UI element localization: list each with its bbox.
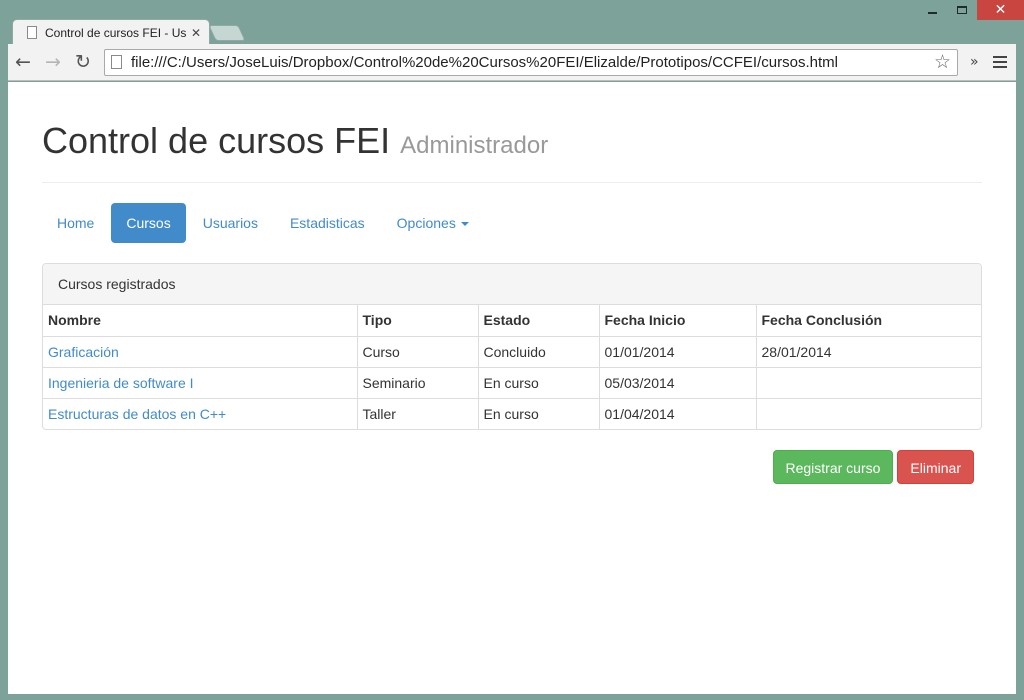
forward-icon[interactable]: → xyxy=(38,47,68,77)
maximize-icon xyxy=(957,6,967,14)
menu-icon[interactable] xyxy=(992,56,1007,68)
tab-title: Control de cursos FEI - Usuarios xyxy=(45,25,187,40)
page-subtitle: Administrador xyxy=(400,132,549,159)
nav-cursos[interactable]: Cursos xyxy=(111,203,186,243)
cell-nombre: Graficación xyxy=(43,336,358,368)
bookmark-star-icon[interactable]: ☆ xyxy=(934,51,951,73)
table-row: Ingenieria de software I Seminario En cu… xyxy=(43,367,981,399)
browser-tab[interactable]: Control de cursos FEI - Usuarios ✕ xyxy=(12,19,210,45)
action-buttons: Registrar curso Eliminar xyxy=(42,450,982,484)
file-icon xyxy=(111,55,122,69)
page-header: Control de cursos FEI Administrador xyxy=(42,82,982,183)
course-link[interactable]: Graficación xyxy=(48,344,119,360)
column-header-tipo: Tipo xyxy=(357,305,479,337)
tab-strip: Control de cursos FEI - Usuarios ✕ xyxy=(0,19,1024,45)
cell-fecha-conclusion xyxy=(756,367,981,399)
close-window-button[interactable]: ✕ xyxy=(977,0,1024,20)
nav-estadisticas[interactable]: Estadisticas xyxy=(275,203,380,243)
cell-tipo: Taller xyxy=(357,398,479,429)
cell-nombre: Estructuras de datos en C++ xyxy=(43,398,358,429)
column-header-fecha-conclusion: Fecha Conclusión xyxy=(756,305,981,337)
page-viewport: Control de cursos FEI Administrador Home… xyxy=(8,82,1016,694)
cell-fecha-conclusion xyxy=(756,398,981,429)
nav-opciones-label: Opciones xyxy=(396,215,456,231)
minimize-icon xyxy=(927,12,937,14)
cell-nombre: Ingenieria de software I xyxy=(43,367,358,399)
panel-heading: Cursos registrados xyxy=(43,264,981,305)
table-row: Estructuras de datos en C++ Taller En cu… xyxy=(43,398,981,429)
caret-down-icon xyxy=(460,222,469,227)
course-link[interactable]: Ingenieria de software I xyxy=(48,375,194,391)
column-header-nombre: Nombre xyxy=(43,305,358,337)
cell-estado: Concluido xyxy=(478,336,600,368)
delete-button[interactable]: Eliminar xyxy=(897,450,974,484)
cell-tipo: Curso xyxy=(357,336,479,368)
nav-pills: Home Cursos Usuarios Estadisticas Opcion… xyxy=(42,203,982,243)
cell-estado: En curso xyxy=(478,367,600,399)
cell-fecha-conclusion: 28/01/2014 xyxy=(756,336,981,368)
browser-toolbar: ← → ↻ file:///C:/Users/JoseLuis/Dropbox/… xyxy=(8,44,1016,81)
cell-fecha-inicio: 01/01/2014 xyxy=(599,336,757,368)
nav-usuarios[interactable]: Usuarios xyxy=(188,203,273,243)
cell-fecha-inicio: 01/04/2014 xyxy=(599,398,757,429)
reload-icon[interactable]: ↻ xyxy=(68,47,98,77)
maximize-button[interactable] xyxy=(947,0,977,20)
courses-table: Nombre Tipo Estado Fecha Inicio Fecha Co… xyxy=(43,305,981,429)
register-course-button[interactable]: Registrar curso xyxy=(772,450,894,484)
column-header-fecha-inicio: Fecha Inicio xyxy=(599,305,757,337)
nav-home[interactable]: Home xyxy=(42,203,109,243)
address-bar[interactable]: file:///C:/Users/JoseLuis/Dropbox/Contro… xyxy=(104,48,958,76)
cell-fecha-inicio: 05/03/2014 xyxy=(599,367,757,399)
table-row: Graficación Curso Concluido 01/01/2014 2… xyxy=(43,336,981,368)
page-title: Control de cursos FEI Administrador xyxy=(42,120,982,162)
course-link[interactable]: Estructuras de datos en C++ xyxy=(48,406,226,422)
content-container: Control de cursos FEI Administrador Home… xyxy=(42,82,982,484)
url-text[interactable]: file:///C:/Users/JoseLuis/Dropbox/Contro… xyxy=(131,54,934,71)
back-icon[interactable]: ← xyxy=(8,47,38,77)
extensions-chevron-icon[interactable]: » xyxy=(970,54,979,70)
page-title-text: Control de cursos FEI xyxy=(42,120,391,161)
close-icon: ✕ xyxy=(994,2,1007,18)
column-header-estado: Estado xyxy=(478,305,600,337)
page-icon xyxy=(27,26,37,39)
cell-estado: En curso xyxy=(478,398,600,429)
new-tab-button[interactable] xyxy=(208,25,246,41)
minimize-button[interactable] xyxy=(917,0,947,20)
table-header-row: Nombre Tipo Estado Fecha Inicio Fecha Co… xyxy=(43,305,981,337)
tab-close-icon[interactable]: ✕ xyxy=(191,26,201,40)
courses-panel: Cursos registrados Nombre Tipo Estado Fe… xyxy=(42,263,982,430)
nav-opciones-dropdown[interactable]: Opciones xyxy=(382,203,484,243)
cell-tipo: Seminario xyxy=(357,367,479,399)
